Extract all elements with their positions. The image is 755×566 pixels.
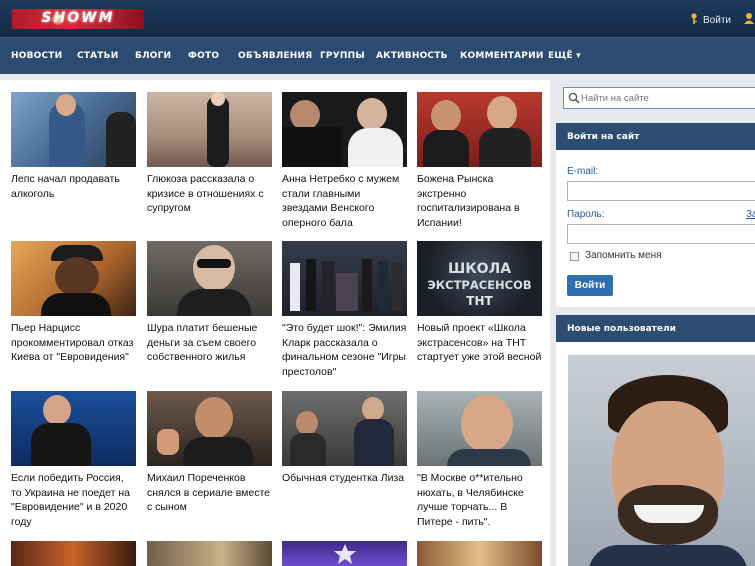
- news-thumbnail[interactable]: [417, 92, 542, 167]
- news-thumbnail[interactable]: [11, 541, 136, 566]
- news-caption[interactable]: Анна Нетребко с мужем стали главными зве…: [282, 172, 408, 230]
- nav-item-articles[interactable]: СТАТЬИ: [77, 51, 118, 61]
- news-thumbnail[interactable]: [147, 92, 272, 167]
- news-caption[interactable]: Обычная студентка Лиза: [282, 471, 408, 486]
- thumb-title-line1: ШКОЛА: [447, 261, 512, 277]
- news-card[interactable]: Божена Рынска экстренно госпитализирован…: [417, 92, 543, 230]
- email-label: E-mail:: [567, 166, 599, 177]
- nav-item-ads[interactable]: ОБЪЯВЛЕНИЯ: [238, 51, 312, 61]
- nav-item-more[interactable]: ЕЩЁ ▾: [548, 51, 581, 61]
- news-card[interactable]: Анна Нетребко с мужем стали главными зве…: [282, 92, 408, 230]
- news-card[interactable]: "В Москве о**ительно нюхать, в Челябинск…: [417, 391, 543, 529]
- new-users-panel: Новые пользователи: [556, 315, 755, 566]
- news-thumbnail[interactable]: [282, 541, 407, 566]
- news-thumbnail[interactable]: [417, 391, 542, 466]
- site-header: SHOWM Войти: [0, 0, 755, 37]
- news-card[interactable]: ШКОЛА ЭКСТРАСЕНСОВ ТНТ Новый проект «Шко…: [417, 241, 543, 365]
- header-login-link[interactable]: Войти: [690, 12, 731, 26]
- news-caption[interactable]: "В Москве о**ительно нюхать, в Челябинск…: [417, 471, 543, 529]
- logo-text: SHOWM: [41, 10, 115, 26]
- news-thumbnail[interactable]: [147, 541, 272, 566]
- news-thumbnail[interactable]: [11, 241, 136, 316]
- news-card[interactable]: Шура платит бешеные деньги за съем своег…: [147, 241, 273, 365]
- nav-item-activity[interactable]: АКТИВНОСТЬ: [376, 51, 448, 61]
- news-card[interactable]: Обычная студентка Лиза: [282, 391, 408, 486]
- news-caption[interactable]: Шура платит бешеные деньги за съем своег…: [147, 321, 273, 365]
- news-thumbnail[interactable]: ШКОЛА ЭКСТРАСЕНСОВ ТНТ: [417, 241, 542, 316]
- login-panel: Войти на сайт E-mail: Пароль: За Запомни…: [556, 123, 755, 307]
- new-user-avatar[interactable]: [568, 355, 755, 566]
- thumb-channel-logo: ТНТ: [466, 294, 493, 308]
- search-input[interactable]: [581, 88, 755, 109]
- login-button[interactable]: Войти: [567, 275, 613, 296]
- new-users-title: Новые пользователи: [556, 315, 755, 342]
- news-caption[interactable]: Михаил Пореченков снялся в сериале вмест…: [147, 471, 273, 515]
- news-caption[interactable]: Пьер Нарцисс прокомментировал отказ Киев…: [11, 321, 137, 365]
- news-thumbnail[interactable]: [417, 541, 542, 566]
- news-card[interactable]: [147, 541, 273, 566]
- star-icon: [334, 544, 356, 564]
- nav-item-photo[interactable]: ФОТО: [188, 51, 219, 61]
- news-caption[interactable]: Лепс начал продавать алкоголь: [11, 172, 137, 201]
- news-card[interactable]: [11, 541, 137, 566]
- news-thumbnail[interactable]: [147, 241, 272, 316]
- main-nav: НОВОСТИ СТАТЬИ БЛОГИ ФОТО ОБЪЯВЛЕНИЯ ГРУ…: [0, 37, 755, 74]
- thumb-title-line2: ЭКСТРАСЕНСОВ: [427, 278, 532, 292]
- header-login-label: Войти: [703, 15, 731, 26]
- email-field[interactable]: [567, 181, 755, 201]
- news-thumbnail[interactable]: [11, 92, 136, 167]
- news-thumbnail[interactable]: [282, 391, 407, 466]
- key-icon: [691, 13, 697, 24]
- news-caption[interactable]: Новый проект «Школа экстрасенсов» на ТНТ…: [417, 321, 543, 365]
- news-caption[interactable]: "Это будет шок!": Эмилия Кларк рассказал…: [282, 321, 408, 379]
- news-card[interactable]: Лепс начал продавать алкоголь: [11, 92, 137, 201]
- news-caption[interactable]: Божена Рынска экстренно госпитализирован…: [417, 172, 543, 230]
- news-card[interactable]: Глюкоза рассказала о кризисе в отношения…: [147, 92, 273, 216]
- news-card[interactable]: Михаил Пореченков снялся в сериале вмест…: [147, 391, 273, 515]
- news-card[interactable]: Если победить Россия, то Украина не поед…: [11, 391, 137, 529]
- news-caption[interactable]: Глюкоза рассказала о кризисе в отношения…: [147, 172, 273, 216]
- news-card[interactable]: Пьер Нарцисс прокомментировал отказ Киев…: [11, 241, 137, 365]
- nav-item-blogs[interactable]: БЛОГИ: [135, 51, 171, 61]
- news-thumbnail[interactable]: [11, 391, 136, 466]
- news-card[interactable]: "Это будет шок!": Эмилия Кларк рассказал…: [282, 241, 408, 379]
- login-panel-title: Войти на сайт: [556, 123, 755, 150]
- remember-me-checkbox[interactable]: [570, 252, 579, 261]
- nav-item-news[interactable]: НОВОСТИ: [11, 51, 62, 61]
- news-thumbnail[interactable]: [147, 391, 272, 466]
- user-icon[interactable]: [743, 12, 755, 24]
- news-caption[interactable]: Если победить Россия, то Украина не поед…: [11, 471, 137, 529]
- nav-item-groups[interactable]: ГРУППЫ: [320, 51, 365, 61]
- site-search: [563, 87, 755, 109]
- remember-me-label: Запомнить меня: [585, 250, 662, 261]
- nav-item-comments[interactable]: КОММЕНТАРИИ: [460, 51, 544, 61]
- news-thumbnail[interactable]: [282, 241, 407, 316]
- password-field[interactable]: [567, 224, 755, 244]
- password-label: Пароль:: [567, 209, 605, 220]
- site-logo[interactable]: SHOWM: [12, 9, 144, 29]
- forgot-password-link[interactable]: За: [746, 209, 755, 220]
- news-card[interactable]: [417, 541, 543, 566]
- search-icon[interactable]: [568, 92, 580, 104]
- news-card[interactable]: [282, 541, 408, 566]
- news-thumbnail[interactable]: [282, 92, 407, 167]
